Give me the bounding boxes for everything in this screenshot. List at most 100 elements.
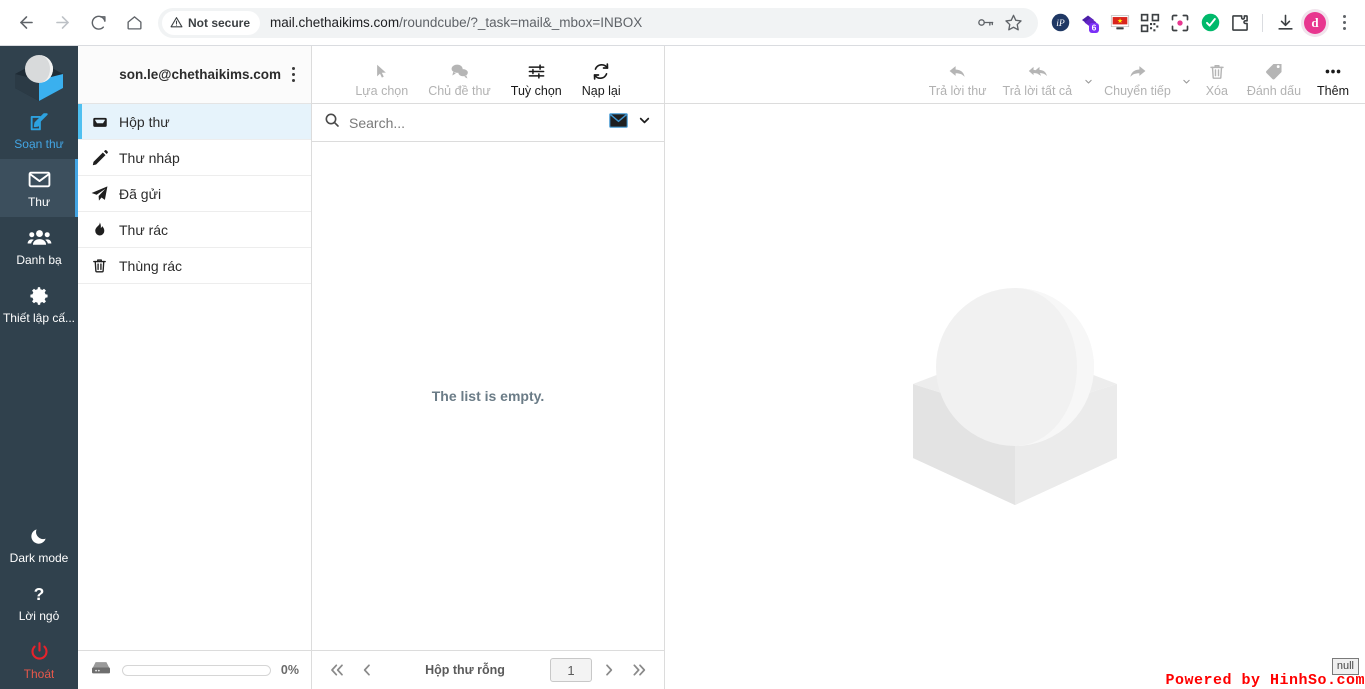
- mailbox-status-label: Hộp thư rỗng: [425, 663, 505, 677]
- layers-extension-icon[interactable]: 6: [1076, 9, 1104, 37]
- trash-icon: [1208, 61, 1226, 81]
- shield-check-icon[interactable]: [1196, 9, 1224, 37]
- pencil-icon: [90, 149, 109, 167]
- sidebar-item-compose[interactable]: Soạn thư: [0, 101, 78, 159]
- forward-icon: [1127, 61, 1148, 81]
- folder-drafts[interactable]: Thư nháp: [78, 140, 311, 176]
- power-icon: [29, 640, 50, 664]
- prev-page-button[interactable]: [354, 657, 380, 683]
- forward-button[interactable]: [46, 7, 78, 39]
- search-scope-icon[interactable]: [609, 112, 628, 133]
- search-input[interactable]: [349, 114, 600, 131]
- screenshot-capture-icon[interactable]: [1166, 9, 1194, 37]
- folder-panel-header: son.le@chethaikims.com: [78, 46, 311, 104]
- folder-options-button[interactable]: [281, 60, 305, 90]
- reply-all-dropdown[interactable]: [1080, 64, 1096, 98]
- qr-code-icon[interactable]: [1136, 9, 1164, 37]
- vietnam-flag-icon[interactable]: ★: [1106, 9, 1134, 37]
- address-bar[interactable]: Not secure mail.chethaikims.com/roundcub…: [158, 7, 1038, 38]
- reply-all-wrap: Trả lời tất cả: [995, 61, 1097, 98]
- question-icon: ?: [29, 582, 49, 606]
- list-toolbar-label: Nạp lại: [581, 84, 621, 98]
- last-page-button[interactable]: [626, 657, 652, 683]
- forward-button[interactable]: Chuyển tiếp: [1096, 61, 1179, 98]
- back-button[interactable]: [10, 7, 42, 39]
- warning-triangle-icon: [170, 17, 183, 28]
- sidebar-item-label: Lời ngỏ: [18, 608, 60, 623]
- chevron-down-icon: [1084, 79, 1092, 84]
- chevron-down-icon: [1183, 79, 1191, 84]
- reply-all-button[interactable]: Trả lời tất cả: [995, 61, 1081, 98]
- delete-button[interactable]: Xóa: [1195, 61, 1239, 98]
- ellipsis-icon: [1322, 61, 1344, 81]
- message-list-panel: Lựa chọn Chủ đề thư Tuỳ chọn Nạp lại Sea…: [312, 46, 665, 689]
- select-button[interactable]: Lựa chọn: [347, 61, 416, 98]
- puzzle-extensions-icon[interactable]: [1226, 9, 1254, 37]
- sidebar-item-label: Thư: [27, 194, 51, 209]
- first-page-button[interactable]: [324, 657, 350, 683]
- download-button[interactable]: [1271, 9, 1299, 37]
- mark-button[interactable]: Đánh dấu: [1239, 61, 1309, 98]
- null-tooltip: null: [1331, 658, 1359, 675]
- options-button[interactable]: Tuỳ chọn: [503, 61, 570, 98]
- roundcube-app: Soạn thư Thư Danh bạ Thiết lập cấ... Dar…: [0, 46, 1365, 689]
- browser-toolbar: Not secure mail.chethaikims.com/roundcub…: [0, 0, 1365, 46]
- roundcube-logo-icon: [15, 54, 63, 101]
- contacts-icon: [27, 226, 52, 250]
- threads-button[interactable]: Chủ đề thư: [420, 61, 499, 98]
- message-toolbar-label: Trả lời tất cả: [1002, 84, 1073, 98]
- ip-extension-icon[interactable]: iP: [1046, 9, 1074, 37]
- url-text: mail.chethaikims.com/roundcube/?_task=ma…: [270, 15, 643, 30]
- browser-menu-button[interactable]: [1331, 9, 1357, 37]
- home-button[interactable]: [118, 7, 150, 39]
- sidebar-item-label: Thiết lập cấ...: [2, 310, 76, 325]
- sidebar-item-mail[interactable]: Thư: [0, 159, 78, 217]
- sidebar-item-contacts[interactable]: Danh bạ: [0, 217, 78, 275]
- svg-text:iP: iP: [1056, 18, 1065, 29]
- bookmark-button[interactable]: [1000, 10, 1026, 36]
- svg-text:6: 6: [1092, 22, 1097, 32]
- folder-sent[interactable]: Đã gửi: [78, 176, 311, 212]
- chevron-down-icon: [639, 117, 650, 123]
- sidebar-item-label: Danh bạ: [16, 252, 62, 267]
- sidebar-item-about[interactable]: ? Lời ngỏ: [0, 573, 78, 631]
- quota-footer: 0%: [78, 650, 311, 689]
- sidebar-item-settings[interactable]: Thiết lập cấ...: [0, 275, 78, 333]
- arrow-left-icon: [19, 16, 33, 29]
- refresh-icon: [591, 61, 611, 81]
- forward-wrap: Chuyển tiếp: [1096, 61, 1195, 98]
- key-icon: [977, 19, 993, 26]
- double-chevron-right-icon: [633, 664, 646, 676]
- sidebar-item-dark-mode[interactable]: Dark mode: [0, 515, 78, 573]
- cursor-select-icon: [374, 61, 389, 81]
- folder-trash[interactable]: Thùng rác: [78, 248, 311, 284]
- paper-plane-icon: [90, 184, 109, 203]
- list-toolbar: Lựa chọn Chủ đề thư Tuỳ chọn Nạp lại: [312, 46, 664, 104]
- folder-junk[interactable]: Thư rác: [78, 212, 311, 248]
- tag-icon: [1264, 61, 1284, 81]
- forward-dropdown[interactable]: [1179, 64, 1195, 98]
- sliders-options-icon: [526, 61, 547, 81]
- message-toolbar: Trả lời thư Trả lời tất cả Chuyển tiếp X…: [665, 46, 1365, 104]
- security-status-label: Not secure: [188, 15, 251, 30]
- sidebar-item-logout[interactable]: Thoát: [0, 631, 78, 689]
- reply-all-icon: [1026, 61, 1049, 81]
- folder-label: Thùng rác: [119, 257, 183, 274]
- profile-avatar[interactable]: d: [1301, 8, 1329, 37]
- folder-label: Thư rác: [119, 221, 169, 238]
- svg-text:★: ★: [1117, 18, 1123, 25]
- search-dropdown-icon[interactable]: [637, 114, 652, 132]
- empty-list-message: The list is empty.: [431, 388, 545, 404]
- folder-inbox[interactable]: Hộp thư: [78, 104, 311, 140]
- security-status-chip[interactable]: Not secure: [162, 10, 261, 35]
- next-page-button[interactable]: [596, 657, 622, 683]
- page-number-input[interactable]: [550, 658, 592, 682]
- reply-button[interactable]: Trả lời thư: [921, 61, 995, 98]
- message-toolbar-label: Thêm: [1317, 84, 1349, 98]
- more-button[interactable]: Thêm: [1309, 61, 1357, 98]
- folder-label: Thư nháp: [119, 149, 180, 166]
- save-password-button[interactable]: [972, 10, 998, 36]
- reload-button[interactable]: [82, 7, 114, 39]
- content-panel: Trả lời thư Trả lời tất cả Chuyển tiếp X…: [665, 46, 1365, 689]
- refresh-button[interactable]: Nạp lại: [574, 61, 629, 98]
